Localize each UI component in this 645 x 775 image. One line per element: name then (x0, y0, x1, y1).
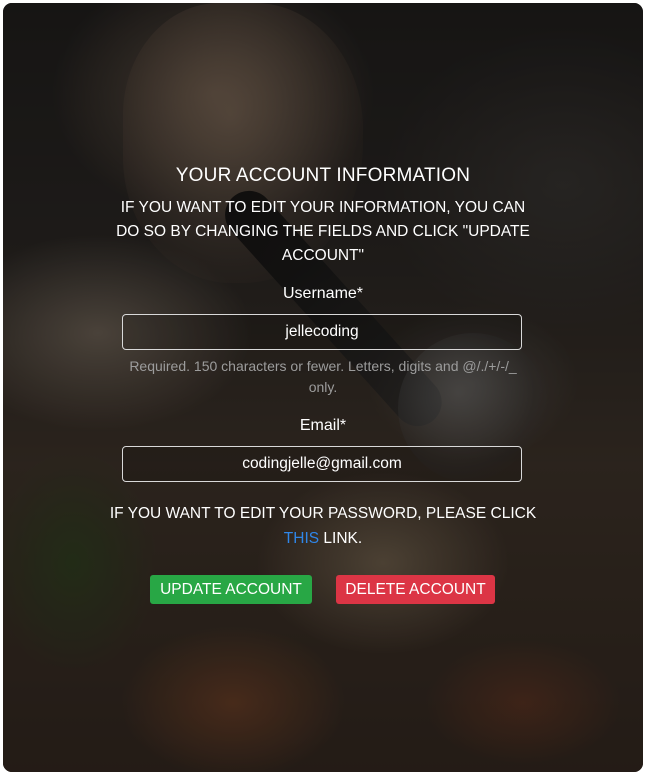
email-input[interactable] (122, 446, 522, 482)
delete-account-button[interactable]: DELETE ACCOUNT (336, 575, 495, 604)
password-note-suffix: LINK. (319, 530, 363, 547)
username-label: Username* (282, 285, 364, 302)
update-account-button[interactable]: UPDATE ACCOUNT (150, 575, 312, 604)
account-form: YOUR ACCOUNT INFORMATION IF YOU WANT TO … (3, 3, 643, 772)
password-note-prefix: IF YOU WANT TO EDIT YOUR PASSWORD, PLEAS… (109, 505, 537, 522)
account-card: YOUR ACCOUNT INFORMATION IF YOU WANT TO … (3, 3, 643, 772)
intro-text: IF YOU WANT TO EDIT YOUR INFORMATION, YO… (116, 199, 530, 264)
page-title: YOUR ACCOUNT INFORMATION (175, 165, 471, 186)
email-label: Email* (299, 417, 347, 434)
password-change-link[interactable]: THIS (284, 530, 319, 547)
username-input[interactable] (122, 314, 522, 350)
username-help-text: Required. 150 characters or fewer. Lette… (129, 358, 517, 395)
password-note: IF YOU WANT TO EDIT YOUR PASSWORD, PLEAS… (108, 501, 538, 551)
